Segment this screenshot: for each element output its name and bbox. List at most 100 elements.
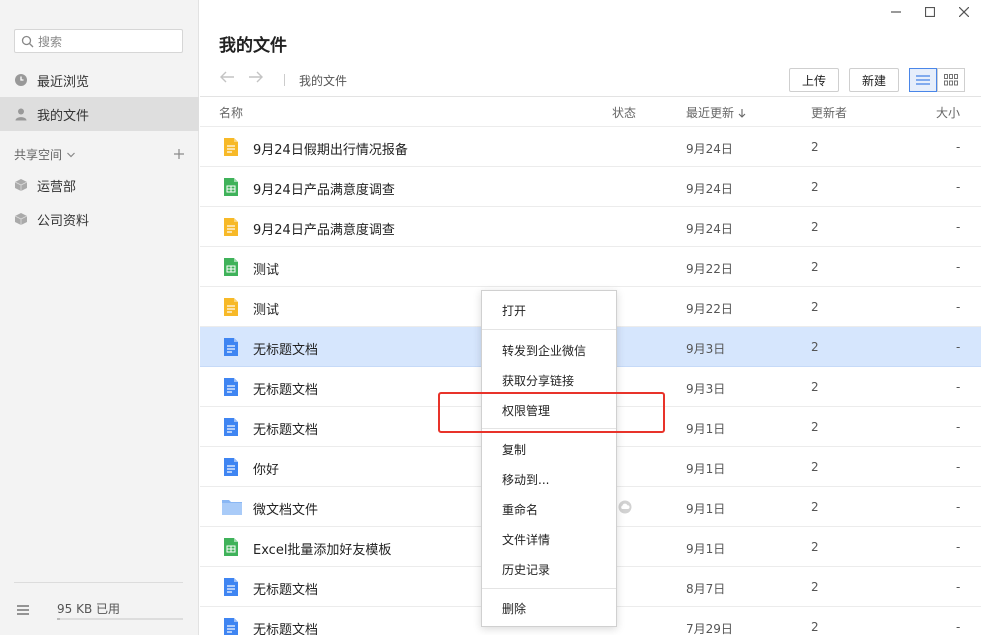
storage-area: 95 KB 已用 bbox=[0, 585, 199, 635]
upload-button[interactable]: 上传 bbox=[789, 68, 839, 92]
file-date: 9月24日 bbox=[686, 142, 733, 156]
menu-open[interactable]: 打开 bbox=[482, 296, 616, 324]
file-date: 9月24日 bbox=[686, 222, 733, 236]
shared-space-header[interactable]: 共享空间 bbox=[14, 146, 185, 163]
spreadsheet-icon bbox=[221, 257, 241, 277]
table-header: 名称 状态 最近更新 更新者 大小 bbox=[200, 97, 981, 127]
table-row[interactable]: 9月24日产品满意度调查 9月24日 2 - bbox=[200, 167, 981, 207]
file-date: 9月3日 bbox=[686, 382, 726, 396]
file-size: - bbox=[956, 180, 961, 194]
folder-icon bbox=[221, 497, 242, 517]
search-icon bbox=[21, 35, 34, 47]
spreadsheet-icon bbox=[221, 177, 241, 197]
sidebar-item-label: 公司资料 bbox=[37, 213, 90, 229]
shared-space-title: 共享空间 bbox=[14, 148, 63, 162]
column-name[interactable]: 名称 bbox=[219, 104, 243, 121]
sidebar-item-label: 运营部 bbox=[37, 179, 77, 195]
file-date: 9月24日 bbox=[686, 182, 733, 196]
breadcrumb-separator bbox=[284, 74, 285, 86]
chevron-down-icon bbox=[67, 152, 75, 157]
file-date: 9月1日 bbox=[686, 422, 726, 436]
menu-icon[interactable] bbox=[17, 605, 29, 615]
file-name: 无标题文档 bbox=[253, 583, 319, 598]
column-status: 状态 bbox=[612, 106, 637, 120]
file-name: Excel批量添加好友模板 bbox=[253, 543, 392, 558]
file-date: 9月1日 bbox=[686, 542, 726, 556]
file-size: - bbox=[956, 140, 961, 154]
file-date: 7月29日 bbox=[686, 622, 733, 635]
storage-bar-fill bbox=[57, 618, 60, 620]
column-updated-label: 最近更新 bbox=[686, 106, 735, 120]
breadcrumb[interactable]: 我的文件 bbox=[299, 72, 347, 89]
menu-move-to[interactable]: 移动到... bbox=[482, 465, 616, 493]
document-blue-icon bbox=[221, 617, 241, 635]
file-size: - bbox=[956, 460, 961, 474]
file-name: 你好 bbox=[253, 463, 280, 478]
column-updater: 更新者 bbox=[811, 106, 848, 120]
document-blue-icon bbox=[221, 377, 241, 397]
sidebar-item-company-docs[interactable]: 公司资料 bbox=[0, 202, 199, 236]
file-name: 无标题文档 bbox=[253, 383, 319, 398]
file-name: 测试 bbox=[253, 303, 280, 318]
file-updater: 2 bbox=[811, 420, 819, 434]
document-blue-icon bbox=[221, 457, 241, 477]
file-updater: 2 bbox=[811, 220, 819, 234]
file-updater: 2 bbox=[811, 300, 819, 314]
toolbar: 我的文件 上传 新建 bbox=[200, 66, 981, 96]
file-updater: 2 bbox=[811, 260, 819, 274]
file-name: 9月24日假期出行情况报备 bbox=[253, 143, 408, 158]
spreadsheet-icon bbox=[221, 537, 241, 557]
sidebar: 搜索 最近浏览 我的文件 共享空间 运营部 公司资料 95 KB 已用 bbox=[0, 0, 199, 635]
forward-arrow-icon[interactable] bbox=[248, 70, 264, 88]
back-arrow-icon[interactable] bbox=[219, 70, 235, 88]
new-button[interactable]: 新建 bbox=[849, 68, 899, 92]
table-row[interactable]: 测试 9月22日 2 - bbox=[200, 247, 981, 287]
storage-text: 95 KB 已用 bbox=[57, 602, 121, 616]
sidebar-item-label: 最近浏览 bbox=[37, 74, 90, 90]
document-yellow-icon bbox=[221, 297, 241, 317]
file-size: - bbox=[956, 620, 961, 634]
menu-forward-wecom[interactable]: 转发到企业微信 bbox=[482, 336, 616, 364]
sidebar-item-my-files[interactable]: 我的文件 bbox=[0, 97, 199, 131]
context-menu: 打开 转发到企业微信 获取分享链接 权限管理 复制 移动到... 重命名 文件详情 历史记录 删除 bbox=[481, 290, 617, 627]
grid-view-icon bbox=[944, 74, 958, 86]
table-row[interactable]: 9月24日产品满意度调查 9月24日 2 - bbox=[200, 207, 981, 247]
file-name: 无标题文档 bbox=[253, 343, 319, 358]
column-size: 大小 bbox=[936, 106, 961, 120]
grid-view-button[interactable] bbox=[937, 68, 965, 92]
file-size: - bbox=[956, 540, 961, 554]
menu-share-link[interactable]: 获取分享链接 bbox=[482, 366, 616, 394]
search-input[interactable]: 搜索 bbox=[14, 29, 183, 53]
menu-separator bbox=[482, 588, 616, 589]
file-updater: 2 bbox=[811, 180, 819, 194]
sidebar-divider bbox=[14, 582, 183, 583]
file-updater: 2 bbox=[811, 540, 819, 554]
sidebar-item-recent[interactable]: 最近浏览 bbox=[0, 63, 199, 97]
add-space-icon[interactable] bbox=[173, 147, 185, 163]
document-blue-icon bbox=[221, 417, 241, 437]
menu-file-details[interactable]: 文件详情 bbox=[482, 525, 616, 553]
list-view-button[interactable] bbox=[909, 68, 937, 92]
file-size: - bbox=[956, 220, 961, 234]
storage-bar bbox=[57, 618, 183, 620]
column-updated[interactable]: 最近更新 bbox=[686, 104, 747, 121]
document-blue-icon bbox=[221, 577, 241, 597]
menu-delete[interactable]: 删除 bbox=[482, 594, 616, 622]
file-size: - bbox=[956, 260, 961, 274]
user-icon bbox=[14, 107, 28, 121]
search-placeholder: 搜索 bbox=[38, 34, 63, 49]
table-row[interactable]: 9月24日假期出行情况报备 9月24日 2 - bbox=[200, 127, 981, 167]
sidebar-item-operations[interactable]: 运营部 bbox=[0, 168, 199, 202]
file-updater: 2 bbox=[811, 580, 819, 594]
file-updater: 2 bbox=[811, 460, 819, 474]
menu-rename[interactable]: 重命名 bbox=[482, 495, 616, 523]
menu-history[interactable]: 历史记录 bbox=[482, 555, 616, 583]
page-title: 我的文件 bbox=[219, 36, 287, 56]
cube-icon bbox=[14, 212, 28, 226]
document-blue-icon bbox=[221, 337, 241, 357]
document-yellow-icon bbox=[221, 217, 241, 237]
clock-icon bbox=[14, 73, 28, 87]
menu-copy[interactable]: 复制 bbox=[482, 435, 616, 463]
file-size: - bbox=[956, 340, 961, 354]
file-updater: 2 bbox=[811, 340, 819, 354]
